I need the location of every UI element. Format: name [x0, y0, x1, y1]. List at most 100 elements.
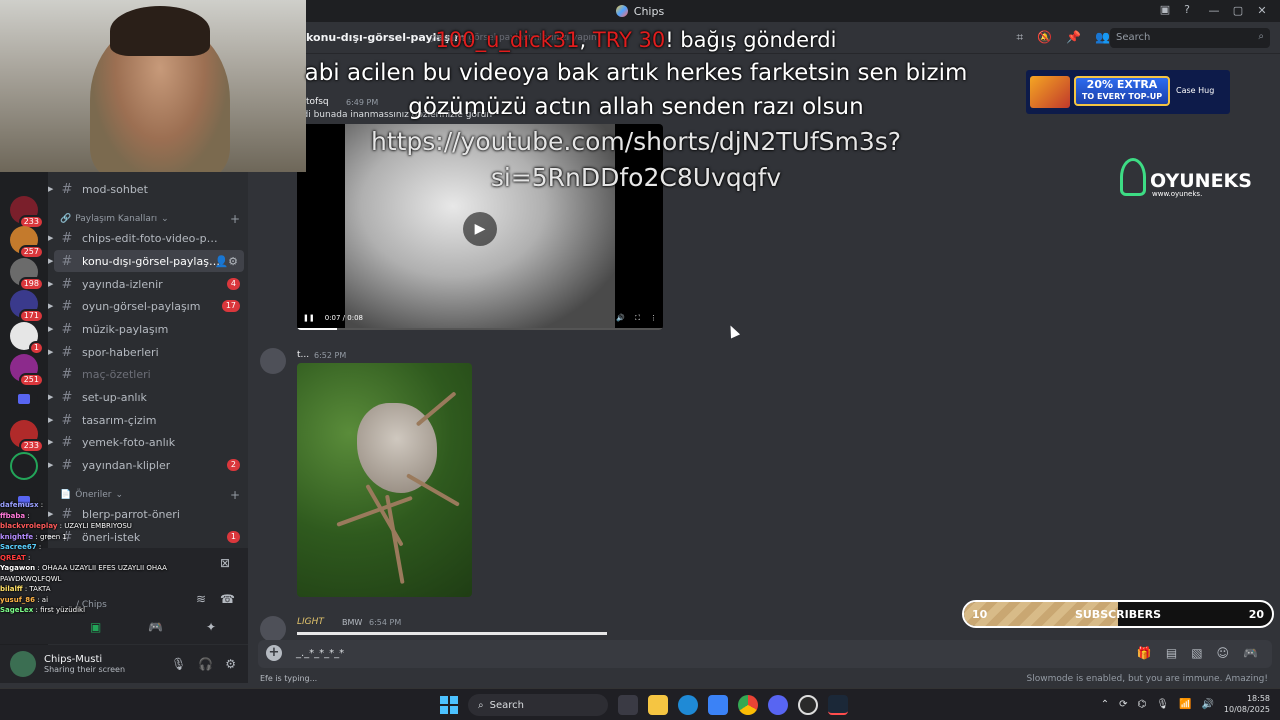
channel-item[interactable]: ▶ # yemek-foto-anlık	[48, 431, 244, 453]
ad-brand: Case Hug	[1176, 86, 1215, 95]
chevron-up-icon[interactable]: ⌃	[1101, 699, 1109, 710]
title-icons: ▣ ?	[1160, 3, 1190, 16]
composer-input[interactable]: _._*_*_*_*	[296, 648, 344, 659]
clock-date: 10/08/2025	[1223, 705, 1270, 714]
role-tag: BMW	[342, 618, 363, 627]
server-icon-1[interactable]: 233	[10, 196, 44, 229]
chat-line: SageLex : first yüzüdikl	[0, 605, 200, 616]
members-icon[interactable]: 👥	[1095, 30, 1110, 45]
more-icon[interactable]: ⋮	[650, 314, 657, 322]
settings-gear-icon[interactable]: 👤⚙	[214, 255, 238, 268]
search-input[interactable]: Search ⌕	[1110, 28, 1270, 48]
sponsor-name: OYUNEKS	[1150, 170, 1252, 192]
mute-bell-icon[interactable]: 🔕	[1037, 30, 1052, 45]
subscriber-label: SUBSCRIBERS	[1074, 608, 1162, 621]
play-icon[interactable]: ▶	[463, 212, 497, 246]
category-oneriler[interactable]: 📄 Öneriler ⌄ +	[60, 488, 240, 502]
emoji-icon[interactable]: ☺	[1217, 646, 1230, 660]
window-controls: — ▢ ✕	[1202, 0, 1274, 22]
channel-item-active[interactable]: ▶ # konu-dışı-görsel-paylaşım 👤⚙	[48, 250, 244, 272]
obs-icon[interactable]	[798, 695, 818, 715]
channel-item[interactable]: ▶ # yayında-izlenir 4	[48, 273, 244, 295]
hash-icon: #	[61, 253, 73, 269]
image-attachment[interactable]	[297, 363, 472, 597]
mention-badge: 1	[226, 531, 240, 543]
channel-item[interactable]: ▶ # spor-haberleri	[48, 341, 244, 363]
channel-item[interactable]: ▶ # yayından-klipler 2	[48, 454, 244, 476]
server-icon-2[interactable]: 257	[10, 226, 44, 259]
server-icon-8[interactable]	[10, 452, 38, 480]
help-icon[interactable]: ?	[1184, 3, 1190, 16]
attach-plus-icon[interactable]: +	[266, 645, 282, 661]
inbox-icon[interactable]: ▣	[1160, 3, 1170, 16]
volume-icon[interactable]: 🔊	[1201, 699, 1213, 710]
avatar[interactable]	[260, 348, 286, 374]
microphone-icon[interactable]: 🎙	[171, 657, 186, 671]
channel-label: maç-özetleri	[82, 367, 151, 381]
fullscreen-icon[interactable]: ⛶	[635, 314, 640, 323]
message-author[interactable]: t...	[297, 350, 309, 360]
disconnect-icon[interactable]: ☎	[220, 592, 235, 606]
donation-amount: TRY 30	[592, 28, 666, 52]
microphone-icon[interactable]: 🎙	[1156, 699, 1169, 710]
sync-icon[interactable]: ⟳	[1119, 699, 1127, 710]
server-icon-3[interactable]: 198	[10, 258, 44, 291]
add-channel-icon[interactable]: +	[230, 212, 240, 226]
server-icon-7[interactable]: 233	[10, 420, 44, 453]
minimize-button[interactable]: —	[1202, 0, 1226, 22]
video-progress[interactable]	[297, 328, 663, 330]
network-icon[interactable]: ⌬	[1138, 699, 1147, 710]
server-folder-icon[interactable]	[10, 386, 38, 414]
discord-icon[interactable]	[768, 695, 788, 715]
message-author[interactable]: LIGHT	[297, 617, 324, 627]
donation-header: 100_u_dick31, TRY 30! bağış gönderdi	[435, 28, 837, 52]
store-icon[interactable]	[708, 695, 728, 715]
windows-start-icon[interactable]	[440, 696, 458, 714]
donation-message: abi acilen bu videoya bak artık herkes f…	[304, 60, 968, 120]
chat-msg: :	[40, 501, 44, 509]
donation-link: https://youtube.com/shorts/djN2TUfSm3s?	[370, 127, 902, 156]
channel-item[interactable]: ▶ # set-up-anlık	[48, 386, 244, 408]
channel-item[interactable]: ▶ # chips-edit-foto-video-paylaşım	[48, 227, 244, 249]
server-icon-6[interactable]: 251	[10, 354, 44, 387]
pin-icon[interactable]: 📌	[1066, 30, 1081, 45]
chrome-icon[interactable]	[738, 695, 758, 715]
avatar[interactable]	[260, 616, 286, 642]
taskbar-clock[interactable]: 18:58 10/08/2025	[1224, 693, 1270, 715]
task-view-icon[interactable]	[618, 695, 638, 715]
channel-mod-sohbet[interactable]: ▶ # mod-sohbet	[48, 178, 244, 200]
chat-user: bilalff	[0, 585, 23, 593]
threads-icon[interactable]: ⌗	[1016, 30, 1023, 45]
headphones-icon[interactable]: 🎧	[198, 657, 213, 671]
screen-share-icon[interactable]: ⊠	[220, 556, 230, 570]
message-composer[interactable]: + _._*_*_*_* 🎁 ▤ ▧ ☺ 🎮	[258, 640, 1272, 668]
apps-icon[interactable]: 🎮	[1243, 646, 1258, 660]
category-paylasim[interactable]: 🔗 Paylaşım Kanalları ⌄ +	[60, 212, 240, 226]
channel-label: tasarım-çizim	[82, 413, 157, 427]
steam-icon[interactable]	[828, 695, 848, 715]
settings-gear-icon[interactable]: ⚙	[225, 657, 236, 671]
ad-offer: 20% EXTRA TO EVERY TOP-UP	[1074, 76, 1170, 106]
edge-icon[interactable]	[678, 695, 698, 715]
server-icon-5[interactable]: 1	[10, 322, 44, 355]
sticker-icon[interactable]: ▧	[1191, 646, 1202, 660]
maximize-button[interactable]: ▢	[1226, 0, 1250, 22]
channel-item[interactable]: # maç-özetleri	[54, 363, 244, 385]
wifi-icon[interactable]: 📶	[1179, 699, 1191, 710]
gift-icon[interactable]: 🎁	[1137, 646, 1152, 660]
channel-item[interactable]: ▶ # müzik-paylaşım	[48, 318, 244, 340]
soundboard-icon[interactable]: ✦	[206, 620, 216, 634]
pause-icon[interactable]: ❚❚	[303, 314, 315, 322]
server-icon-4[interactable]: 171	[10, 290, 44, 323]
close-button[interactable]: ✕	[1250, 0, 1274, 22]
channel-item[interactable]: ▶ # oyun-görsel-paylaşım 17	[48, 295, 244, 317]
volume-icon[interactable]: 🔊	[616, 314, 625, 322]
taskbar-search[interactable]: ⌕ Search	[468, 694, 608, 716]
gif-icon[interactable]: ▤	[1166, 646, 1177, 660]
channel-label: yayında-izlenir	[82, 277, 163, 291]
avatar[interactable]	[10, 651, 36, 677]
channel-item[interactable]: ▶ # tasarım-çizim	[48, 409, 244, 431]
add-channel-icon[interactable]: +	[230, 488, 240, 502]
sponsor-mark-icon	[1120, 158, 1146, 196]
file-explorer-icon[interactable]	[648, 695, 668, 715]
